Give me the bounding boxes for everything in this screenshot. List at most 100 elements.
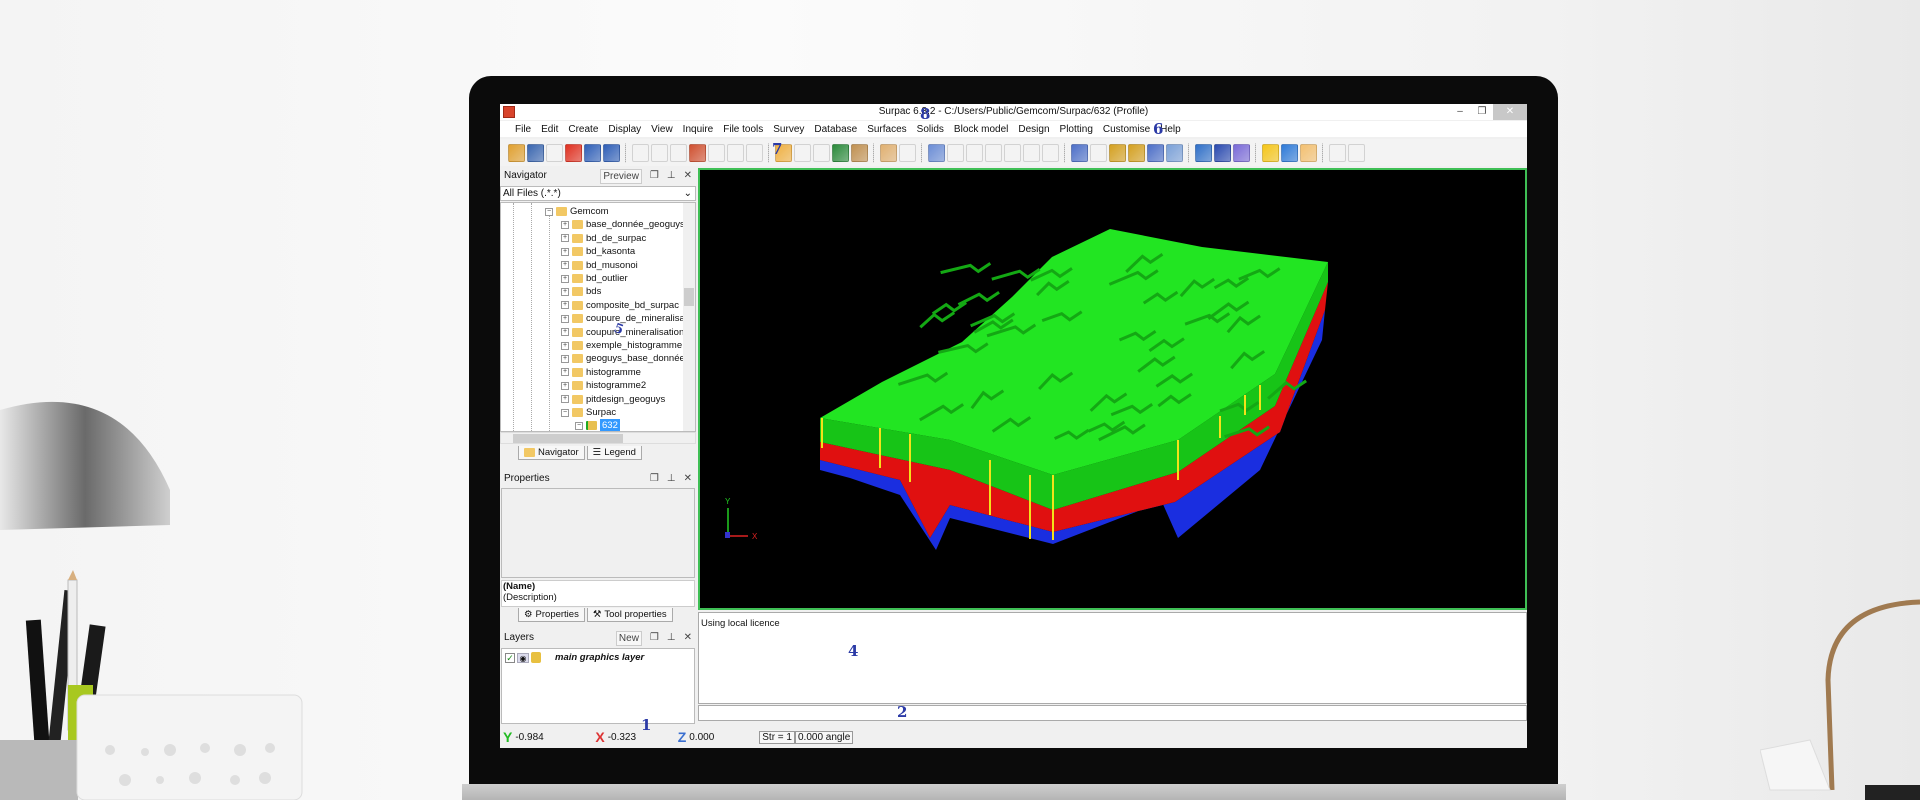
tree-item[interactable]: − Surpac	[561, 406, 616, 419]
tab-tool-properties[interactable]: ⚒ Tool properties	[587, 608, 673, 622]
section-prev-icon[interactable]	[1109, 144, 1126, 162]
command-line-input[interactable]	[698, 705, 1527, 721]
menu-surfaces[interactable]: Surfaces	[862, 124, 911, 135]
tree-item[interactable]: + histogramme2	[561, 379, 646, 392]
expand-toggle[interactable]: +	[561, 221, 569, 229]
view-section-icon[interactable]	[727, 144, 744, 162]
tree-item[interactable]: + coupure_de_mineralisatic	[561, 312, 694, 325]
tree-item[interactable]: + pitdesign_geoguys	[561, 393, 665, 406]
expand-toggle[interactable]: +	[561, 234, 569, 242]
expand-toggle[interactable]: +	[561, 355, 569, 363]
line2-icon[interactable]	[966, 144, 983, 162]
zoom-extents-icon[interactable]	[670, 144, 687, 162]
menu-database[interactable]: Database	[809, 124, 862, 135]
expand-toggle[interactable]: −	[575, 422, 583, 430]
tree-item[interactable]: + bd_de_surpac	[561, 232, 646, 245]
section-icon[interactable]	[1071, 144, 1088, 162]
select-box-icon[interactable]	[813, 144, 830, 162]
rotate-icon[interactable]	[689, 144, 706, 162]
tree-item[interactable]: + geoguys_base_donnée	[561, 352, 685, 365]
undo-icon[interactable]	[584, 144, 601, 162]
layer-visible-checkbox[interactable]: ✓	[505, 653, 515, 663]
section-find-icon[interactable]	[1166, 144, 1183, 162]
tree-item[interactable]: + bd_musonoi	[561, 259, 638, 272]
layer-row[interactable]: ✓ ◉ main graphics layer	[502, 649, 694, 666]
pin-icon[interactable]: ⊥	[667, 630, 676, 646]
tab-properties[interactable]: ⚙ Properties	[518, 608, 585, 622]
line3-icon[interactable]	[985, 144, 1002, 162]
float-icon[interactable]: ❐	[650, 168, 659, 184]
expand-toggle[interactable]: −	[545, 208, 553, 216]
expand-toggle[interactable]: +	[561, 382, 569, 390]
light-icon[interactable]	[1262, 144, 1279, 162]
record-icon[interactable]	[1329, 144, 1346, 162]
expand-toggle[interactable]: +	[561, 248, 569, 256]
expand-toggle[interactable]: −	[561, 409, 569, 417]
expand-toggle[interactable]: +	[561, 328, 569, 336]
explode-icon[interactable]	[565, 144, 582, 162]
menu-design[interactable]: Design	[1013, 124, 1054, 135]
expand-toggle[interactable]: +	[561, 342, 569, 350]
expand-toggle[interactable]: +	[561, 368, 569, 376]
section-list-icon[interactable]	[1147, 144, 1164, 162]
move-icon[interactable]	[832, 144, 849, 162]
close-panel-icon[interactable]: ✕	[684, 471, 692, 487]
menu-file-tools[interactable]: File tools	[718, 124, 768, 135]
point-icon[interactable]	[880, 144, 897, 162]
menu-survey[interactable]: Survey	[768, 124, 809, 135]
redo-icon[interactable]	[603, 144, 620, 162]
float-icon[interactable]: ❐	[650, 630, 659, 646]
menu-create[interactable]: Create	[563, 124, 603, 135]
open-icon[interactable]	[508, 144, 525, 162]
report-icon[interactable]	[1195, 144, 1212, 162]
tree-item[interactable]: − Gemcom	[545, 205, 609, 218]
expand-toggle[interactable]: +	[561, 395, 569, 403]
tree-item[interactable]: + composite_bd_surpac	[561, 299, 679, 312]
select-arrow-icon[interactable]	[794, 144, 811, 162]
view-plan-icon[interactable]	[708, 144, 725, 162]
expand-toggle[interactable]: +	[561, 288, 569, 296]
tree-item[interactable]: + histogramme	[561, 366, 641, 379]
line5-icon[interactable]	[1023, 144, 1040, 162]
tree-item[interactable]: + bds	[561, 285, 601, 298]
delete-point-icon[interactable]	[899, 144, 916, 162]
float-icon[interactable]: ❐	[650, 471, 659, 487]
expand-toggle[interactable]: +	[561, 275, 569, 283]
menu-file[interactable]: File	[510, 124, 536, 135]
new-string-icon[interactable]	[1042, 144, 1059, 162]
menu-plotting[interactable]: Plotting	[1055, 124, 1098, 135]
close-panel-icon[interactable]: ✕	[684, 630, 692, 646]
close-panel-icon[interactable]: ✕	[684, 168, 692, 184]
restore-button[interactable]: ❐	[1471, 104, 1493, 120]
line4-icon[interactable]	[1004, 144, 1021, 162]
save-icon[interactable]	[527, 144, 544, 162]
menu-display[interactable]: Display	[603, 124, 646, 135]
tree-item[interactable]: + exemple_histogramme	[561, 339, 682, 352]
menu-solids[interactable]: Solids	[912, 124, 949, 135]
tree-item[interactable]: + bd_outlier	[561, 272, 628, 285]
play-icon[interactable]	[1348, 144, 1365, 162]
tree-horizontal-scrollbar[interactable]	[500, 432, 696, 444]
expand-toggle[interactable]: +	[561, 315, 569, 323]
menu-view[interactable]: View	[646, 124, 678, 135]
zoom-in-icon[interactable]	[632, 144, 649, 162]
eye-icon[interactable]: ◉	[517, 653, 529, 663]
expand-toggle[interactable]: +	[561, 261, 569, 269]
digitize-icon[interactable]	[928, 144, 945, 162]
menu-block-model[interactable]: Block model	[949, 124, 1013, 135]
print-icon[interactable]	[546, 144, 563, 162]
graphics-viewport[interactable]: Y X	[698, 168, 1527, 610]
pencil-icon[interactable]	[1233, 144, 1250, 162]
tree-vertical-scrollbar[interactable]	[683, 203, 695, 431]
file-filter-select[interactable]: All Files (.*.*) ⌄	[500, 186, 696, 201]
shade-icon[interactable]	[1281, 144, 1298, 162]
tab-legend[interactable]: ☰ Legend	[587, 446, 642, 460]
minimize-button[interactable]: –	[1449, 104, 1471, 120]
menu-edit[interactable]: Edit	[536, 124, 563, 135]
expand-toggle[interactable]: +	[561, 301, 569, 309]
view-long-icon[interactable]	[746, 144, 763, 162]
string-number[interactable]: Str = 1	[759, 731, 795, 744]
lock-icon[interactable]	[531, 652, 541, 663]
wireframe-icon[interactable]	[1300, 144, 1317, 162]
tree-item[interactable]: − 632	[575, 419, 620, 432]
